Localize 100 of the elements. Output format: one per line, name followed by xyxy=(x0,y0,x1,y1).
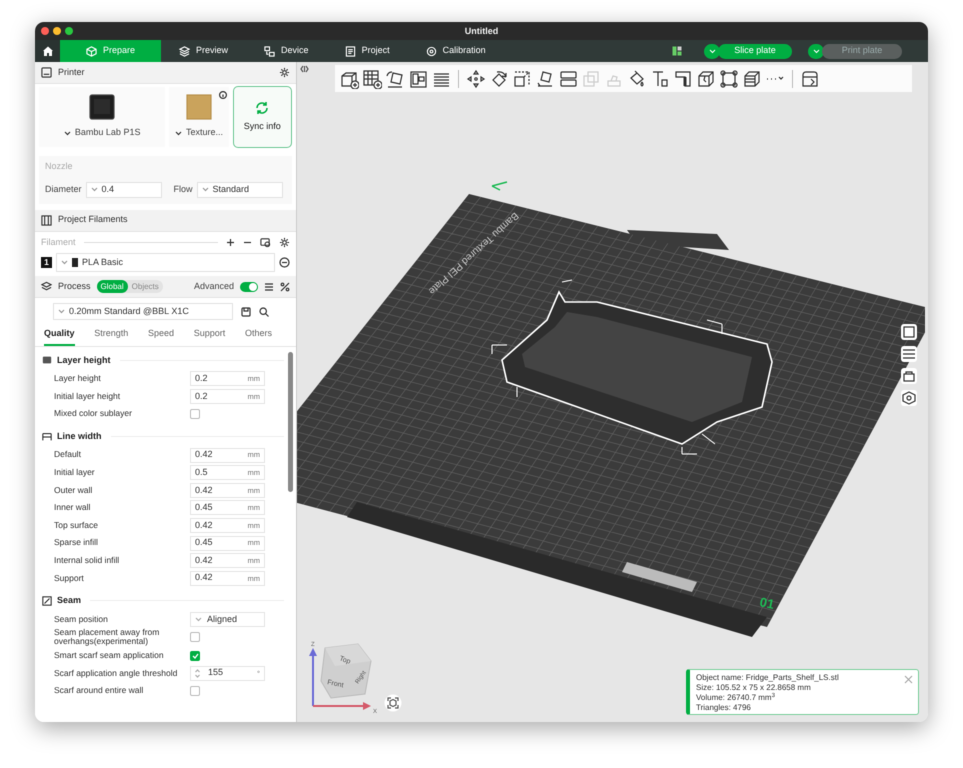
scale-icon[interactable] xyxy=(512,68,532,88)
section-title: Project Filaments xyxy=(58,213,128,226)
chevron-icon[interactable] xyxy=(174,130,182,136)
split-icon[interactable] xyxy=(558,68,578,88)
checkbox[interactable] xyxy=(190,408,200,419)
printer-select[interactable]: Bambu Lab P1S xyxy=(74,126,140,140)
section-title: Printer xyxy=(58,66,85,79)
group-title: Layer height xyxy=(57,354,111,367)
minimize-window-icon[interactable] xyxy=(53,27,61,35)
settings-tab[interactable]: Others xyxy=(244,327,272,346)
setting-label: Support xyxy=(54,574,85,583)
chevron-icon xyxy=(58,309,65,314)
flow-select[interactable]: Standard xyxy=(196,182,283,198)
chevron-icon[interactable] xyxy=(64,130,71,136)
group-title: Line width xyxy=(57,430,102,443)
stepper-icon xyxy=(195,668,200,678)
plate-select[interactable]: Texture... xyxy=(186,126,223,140)
info-line: Volume: 26740.7 mm$^{3}$ xyxy=(696,693,775,703)
scrollbar[interactable] xyxy=(288,352,293,492)
info-line: Triangles: 4796 xyxy=(696,703,751,713)
setting-label: Scarf application angle threshold xyxy=(54,668,178,678)
checkbox[interactable] xyxy=(190,686,200,696)
filament-label: Filament xyxy=(41,236,76,248)
view-cube-drawing[interactable] xyxy=(320,643,372,699)
diameter-select[interactable]: 0.4 xyxy=(86,182,162,198)
info-line: Object name: Fridge_Parts_Shelf_LS.stl xyxy=(696,673,839,683)
advanced-label: Advanced xyxy=(194,280,234,293)
home-icon[interactable] xyxy=(35,40,60,62)
preset-select[interactable]: 0.20mm Standard @BBL X1C xyxy=(53,303,233,320)
chevron-icon xyxy=(90,187,98,192)
flow-label: Flow xyxy=(174,182,193,196)
add-plate-icon[interactable] xyxy=(362,68,382,88)
settings-icon[interactable] xyxy=(279,236,290,248)
setting-label: Internal solid infill xyxy=(54,556,120,566)
setting-label: Seam position xyxy=(54,614,109,624)
printer-drawing xyxy=(89,94,116,120)
tab[interactable]: Calibration xyxy=(408,40,504,62)
zoom-window-icon[interactable] xyxy=(65,27,73,35)
frame-icon[interactable] xyxy=(901,324,917,340)
move-icon[interactable] xyxy=(466,68,486,88)
arrange-icon[interactable] xyxy=(408,68,428,88)
percent-icon[interactable] xyxy=(280,282,290,292)
setting-label: Layer height xyxy=(54,374,102,384)
auto-orient-icon[interactable] xyxy=(385,68,405,88)
tab[interactable]: Preview xyxy=(161,40,246,62)
window-title: Untitled xyxy=(464,25,498,38)
setting-label: Mixed color sublayer xyxy=(54,409,133,419)
settings-tab[interactable]: Speed xyxy=(148,327,174,346)
list-icon[interactable] xyxy=(901,346,917,362)
devices-icon xyxy=(264,46,276,56)
caret-icon[interactable] xyxy=(704,44,720,58)
assembly-view-icon[interactable] xyxy=(800,68,820,88)
info-line: Size: 105.52 x 75 x 22.8658 mm xyxy=(696,683,811,692)
collapse-icon[interactable] xyxy=(300,65,309,73)
diameter-label: Diameter xyxy=(45,182,82,196)
sync-button[interactable]: Sync info xyxy=(232,86,292,148)
text-tool-icon[interactable] xyxy=(650,68,670,88)
setting-label: Initial layer xyxy=(54,468,96,478)
texture-cube-icon[interactable] xyxy=(742,68,762,88)
save-icon[interactable] xyxy=(241,306,251,316)
tab[interactable]: Project xyxy=(326,40,408,62)
dropdown[interactable]: Aligned xyxy=(190,612,265,627)
setting-label: Outer wall xyxy=(54,486,94,495)
chevron-icon xyxy=(61,260,68,265)
setting-label: Seam placement away from overhangs(experimental) xyxy=(54,628,160,647)
hex-nut-icon[interactable] xyxy=(901,390,917,406)
reset-view-icon[interactable] xyxy=(384,694,402,712)
tab[interactable]: Device xyxy=(246,40,327,62)
filament-select[interactable]: PLA Basic xyxy=(56,253,275,272)
plate-drawing xyxy=(186,94,212,120)
spool-icon xyxy=(72,258,78,267)
plus-icon[interactable] xyxy=(226,238,235,247)
advanced-toggle[interactable] xyxy=(240,282,258,292)
remove-icon[interactable] xyxy=(279,257,290,268)
plate-grid-icon[interactable] xyxy=(672,46,682,56)
chevron-icon xyxy=(195,616,202,622)
search-icon[interactable] xyxy=(259,306,269,316)
measure-corners-icon[interactable] xyxy=(719,68,739,88)
setting-label: Scarf around entire wall xyxy=(54,686,144,696)
setting-label: Sparse infill xyxy=(54,538,99,548)
caret-icon[interactable] xyxy=(808,44,824,58)
settings-icon[interactable] xyxy=(279,67,290,78)
settings-tab[interactable]: Strength xyxy=(94,327,128,346)
lay-flat-icon[interactable] xyxy=(535,68,555,88)
filament-icon xyxy=(41,214,52,226)
checkbox[interactable] xyxy=(190,632,200,642)
cut-cube-icon[interactable] xyxy=(696,68,716,88)
chevron-icon xyxy=(202,187,209,192)
group-title: Seam xyxy=(57,594,82,608)
list-icon[interactable] xyxy=(264,282,274,292)
settings-tab[interactable]: Support xyxy=(194,327,226,346)
settings-tab[interactable]: Quality xyxy=(44,327,75,346)
close-window-icon[interactable] xyxy=(41,27,49,35)
info-icon[interactable] xyxy=(218,91,227,99)
process-icon xyxy=(41,281,52,292)
checkbox[interactable] xyxy=(190,650,200,661)
plate-number: 01 xyxy=(758,594,776,612)
printer-icon xyxy=(41,67,52,78)
sync-icon xyxy=(254,100,270,116)
setting-label: Default xyxy=(54,450,82,460)
